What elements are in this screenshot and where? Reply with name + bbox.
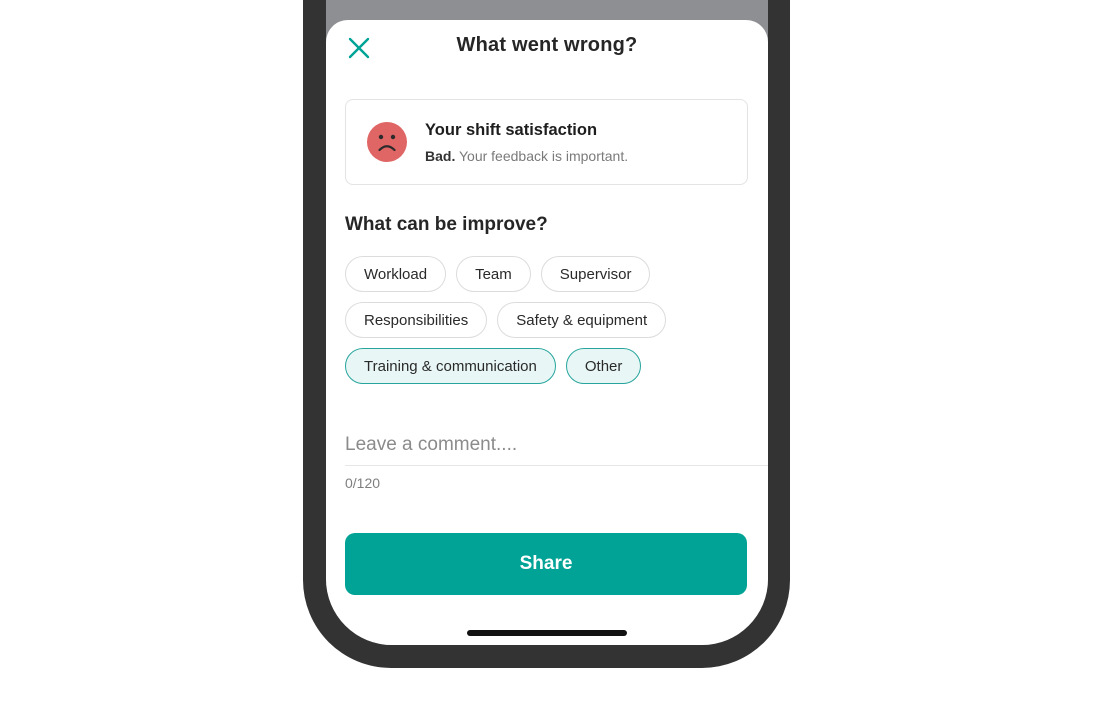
improvement-chips: Workload Team Supervisor Responsibilitie… (345, 256, 755, 394)
satisfaction-message: Your feedback is important. (458, 148, 629, 164)
satisfaction-title: Your shift satisfaction (425, 121, 598, 139)
share-button[interactable]: Share (345, 533, 747, 595)
satisfaction-rating: Bad. (425, 148, 456, 164)
chip-team[interactable]: Team (456, 256, 531, 292)
chip-workload[interactable]: Workload (345, 256, 447, 292)
chip-responsibilities[interactable]: Responsibilities (345, 302, 488, 338)
feedback-bottom-sheet: What went wrong? Your shift satisfaction… (326, 20, 768, 645)
comment-input[interactable] (345, 430, 768, 466)
chip-other[interactable]: Other (565, 348, 642, 384)
satisfaction-subtitle: Bad. Your feedback is important. (425, 148, 628, 164)
improve-heading: What can be improve? (345, 214, 548, 235)
sheet-title: What went wrong? (456, 34, 638, 56)
home-indicator (467, 630, 627, 636)
chip-safety-equipment[interactable]: Safety & equipment (497, 302, 667, 338)
sad-face-icon (367, 122, 407, 162)
satisfaction-card: Your shift satisfaction Bad. Your feedba… (345, 99, 748, 185)
phone-screen: What went wrong? Your shift satisfaction… (326, 0, 768, 645)
chip-supervisor[interactable]: Supervisor (540, 256, 651, 292)
chip-training-communication[interactable]: Training & communication (345, 348, 556, 384)
comment-character-count: 0/120 (345, 475, 381, 491)
